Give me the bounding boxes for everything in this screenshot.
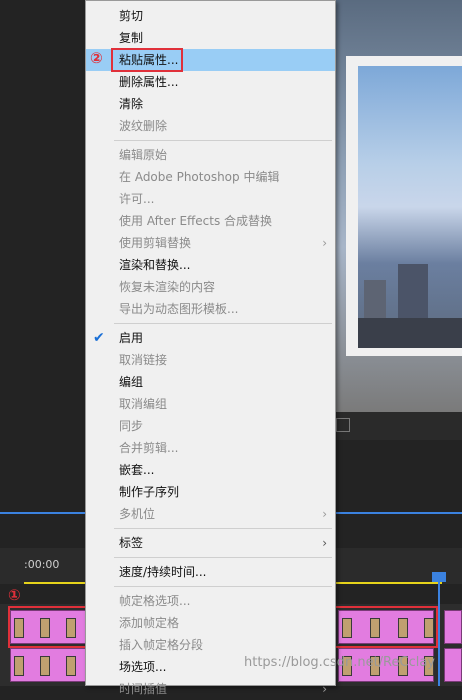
menu-item-speed-duration[interactable]: 速度/持续时间... xyxy=(86,561,335,583)
menu-separator xyxy=(114,140,332,141)
clip[interactable] xyxy=(444,610,462,644)
context-menu: 剪切 复制 粘贴属性... 删除属性... 清除 波纹删除 编辑原始 在 Ado… xyxy=(85,0,336,696)
menu-item-replace-with-clip[interactable]: 使用剪辑替换 › xyxy=(86,232,335,254)
clip-frame xyxy=(66,656,76,676)
menu-item-replace-with-ae[interactable]: 使用 After Effects 合成替换 xyxy=(86,210,335,232)
dropdown-icon[interactable] xyxy=(336,418,350,432)
preview-ground xyxy=(358,318,462,348)
menu-item-restore-unrendered[interactable]: 恢复未渲染的内容 xyxy=(86,276,335,298)
menu-item-make-subsequence[interactable]: 制作子序列 xyxy=(86,481,335,503)
menu-item-enable[interactable]: ✔ 启用 xyxy=(86,327,335,349)
menu-item-add-frame-hold[interactable]: 添加帧定格 xyxy=(86,612,335,634)
menu-item-license[interactable]: 许可... xyxy=(86,188,335,210)
menu-item-render-and-replace[interactable]: 渲染和替换... xyxy=(86,254,335,276)
menu-item-multi-camera[interactable]: 多机位 › xyxy=(86,503,335,525)
submenu-arrow-icon: › xyxy=(322,236,327,250)
menu-item-ripple-delete[interactable]: 波纹删除 xyxy=(86,115,335,137)
menu-item-synchronize[interactable]: 同步 xyxy=(86,415,335,437)
menu-item-label[interactable]: 标签 › xyxy=(86,532,335,554)
menu-item-unlink[interactable]: 取消链接 xyxy=(86,349,335,371)
submenu-arrow-icon: › xyxy=(322,507,327,521)
clip[interactable] xyxy=(444,648,462,682)
ruler-timecode: :00:00 xyxy=(24,558,60,571)
menu-separator xyxy=(114,528,332,529)
checkmark-icon: ✔ xyxy=(93,330,105,346)
menu-item-export-mogrt[interactable]: 导出为动态图形模板... xyxy=(86,298,335,320)
clip-frame xyxy=(14,656,24,676)
playhead-handle[interactable] xyxy=(432,572,446,582)
menu-item-nest[interactable]: 嵌套... xyxy=(86,459,335,481)
menu-item-group[interactable]: 编组 xyxy=(86,371,335,393)
annotation-box-paste-attributes xyxy=(111,48,183,72)
playhead-line[interactable] xyxy=(438,572,440,686)
menu-item-cut[interactable]: 剪切 xyxy=(86,5,335,27)
watermark-text: https://blog.csdn.net/ReCclay xyxy=(244,655,436,670)
menu-item-clear[interactable]: 清除 xyxy=(86,93,335,115)
annotation-number-1: ① xyxy=(8,586,21,604)
menu-item-edit-original[interactable]: 编辑原始 xyxy=(86,144,335,166)
clip-frame xyxy=(40,656,50,676)
submenu-arrow-icon: › xyxy=(322,682,327,696)
menu-item-frame-hold-options[interactable]: 帧定格选项... xyxy=(86,590,335,612)
menu-item-time-interpolation[interactable]: 时间插值 › xyxy=(86,678,335,700)
menu-item-edit-in-photoshop[interactable]: 在 Adobe Photoshop 中编辑 xyxy=(86,166,335,188)
menu-item-merge-clips[interactable]: 合并剪辑... xyxy=(86,437,335,459)
menu-separator xyxy=(114,323,332,324)
menu-item-ungroup[interactable]: 取消编组 xyxy=(86,393,335,415)
submenu-arrow-icon: › xyxy=(322,536,327,550)
menu-separator xyxy=(114,557,332,558)
menu-item-remove-attributes[interactable]: 删除属性... xyxy=(86,71,335,93)
menu-separator xyxy=(114,586,332,587)
menu-item-copy[interactable]: 复制 xyxy=(86,27,335,49)
menu-item-insert-frame-hold-segment[interactable]: 插入帧定格分段 xyxy=(86,634,335,656)
annotation-number-2: ② xyxy=(90,49,103,67)
